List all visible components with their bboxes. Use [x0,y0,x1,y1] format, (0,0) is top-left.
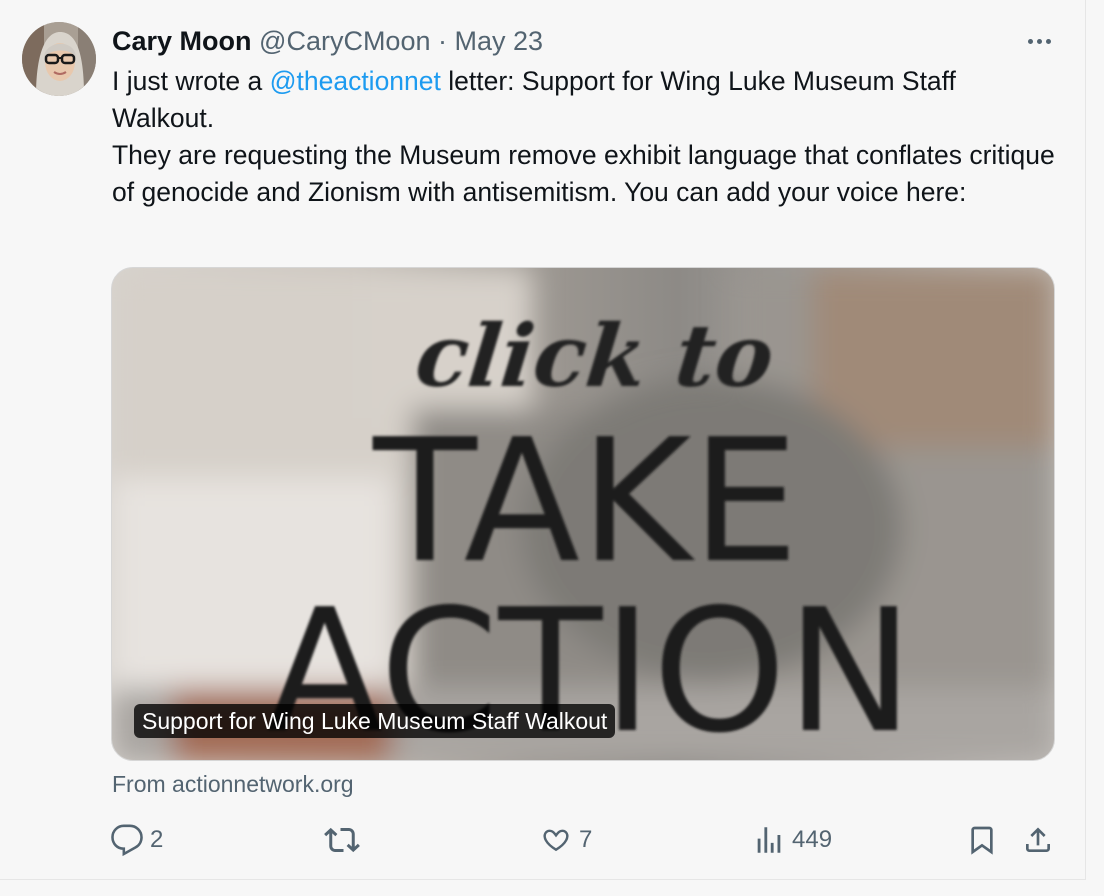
like-button[interactable]: 7 [539,815,592,865]
tweet-date[interactable]: May 23 [455,26,544,56]
card-source[interactable]: From actionnetwork.org [112,768,354,800]
mention-link[interactable]: @theactionnet [270,66,441,96]
more-horizontal-icon [1045,38,1051,44]
heart-icon [543,829,569,852]
share-button[interactable] [1022,815,1054,865]
retweet-icon [324,827,360,853]
more-horizontal-icon [1036,38,1042,44]
avatar[interactable] [22,22,96,96]
link-card[interactable]: click to TAKE ACTION Support for Wing Lu… [111,267,1055,761]
reply-icon [111,824,143,857]
tweet-text: I just wrote a @theactionnet letter: Sup… [112,63,1062,211]
more-horizontal-icon [1027,38,1033,44]
views-button[interactable]: 449 [752,815,832,865]
author-handle[interactable]: @CaryCMoon [259,26,430,56]
bookmark-button[interactable] [966,815,998,865]
retweet-button[interactable] [324,815,366,865]
like-count: 7 [579,826,593,853]
card-image-big-text-1: TAKE [372,403,799,601]
views-chart-icon [757,827,781,853]
more-options-button[interactable] [1019,24,1059,58]
card-title: Support for Wing Luke Museum Staff Walko… [134,704,616,738]
bookmark-icon [971,826,993,855]
tweet-text-paragraph-1: I just wrote a @theactionnet letter: Sup… [112,63,1062,137]
tweet[interactable]: Cary Moon @CaryCMoon · May 23 I just wro… [0,0,1086,880]
card-image-script-text: click to [411,306,778,407]
views-count: 449 [792,826,833,853]
share-icon [1026,827,1050,852]
author-name[interactable]: Cary Moon [112,26,252,56]
separator-dot: · [438,26,447,56]
reply-button[interactable]: 2 [110,815,163,865]
avatar-image [22,22,96,96]
tweet-header: Cary Moon @CaryCMoon · May 23 [112,24,543,58]
tweet-text-paragraph-2: They are requesting the Museum remove ex… [112,140,1055,207]
reply-count: 2 [150,826,164,853]
action-bar: 2 7 449 [0,815,1086,865]
card-image: click to TAKE ACTION [112,268,1054,760]
tweet-text-pre-mention: I just wrote a [112,66,270,96]
